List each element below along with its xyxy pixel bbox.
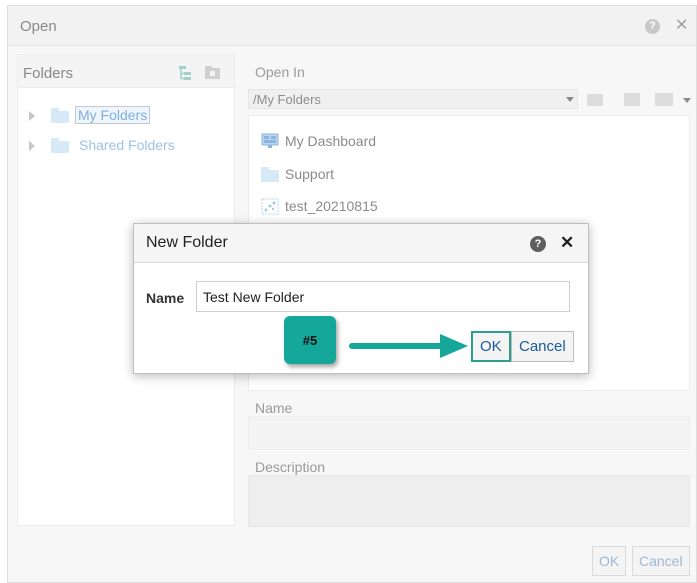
view-options-chevron-icon[interactable] — [683, 98, 691, 103]
expand-arrow-icon[interactable] — [29, 141, 35, 151]
folders-title: Folders — [23, 65, 74, 82]
folders-header: Folders — [18, 55, 234, 88]
description-field[interactable] — [248, 475, 690, 527]
open-in-dropdown[interactable]: /My Folders — [248, 89, 578, 109]
close-icon[interactable]: ✕ — [675, 18, 688, 34]
name-field[interactable] — [248, 416, 690, 450]
dashboard-icon — [261, 133, 279, 148]
new-folder-dialog-header: New Folder ? ✕ — [134, 224, 588, 263]
open-in-path: /My Folders — [253, 92, 321, 107]
step-callout: #5 — [284, 316, 336, 364]
open-dialog-title: Open — [20, 18, 57, 35]
list-item-label: test_20210815 — [285, 198, 378, 214]
folder-icon — [51, 108, 69, 123]
new-folder-cancel-button[interactable]: Cancel — [511, 331, 574, 362]
expand-arrow-icon[interactable] — [29, 111, 35, 121]
new-folder-name-input[interactable] — [196, 281, 570, 312]
view-options-icon[interactable] — [655, 93, 673, 106]
analysis-icon — [261, 198, 279, 215]
tree-item-label: Shared Folders — [79, 137, 175, 153]
cancel-button[interactable]: Cancel — [632, 546, 690, 576]
folder-icon — [261, 167, 279, 182]
list-item-label: Support — [285, 166, 335, 182]
new-folder-toolbar-icon[interactable] — [624, 93, 640, 106]
open-dialog-titlebar: Open ? ✕ — [8, 6, 696, 46]
name-label: Name — [255, 400, 293, 416]
callout-arrow — [349, 334, 468, 358]
new-folder-dialog-title: New Folder — [146, 234, 228, 251]
folder-icon — [51, 138, 69, 153]
new-folder-ok-button[interactable]: OK — [471, 331, 511, 362]
help-icon[interactable]: ? — [530, 236, 546, 252]
tree-item-label: My Folders — [75, 106, 151, 124]
description-label: Description — [255, 459, 326, 475]
new-folder-icon[interactable] — [204, 65, 221, 80]
ok-button[interactable]: OK — [592, 546, 627, 576]
new-folder-name-label: Name — [146, 290, 185, 306]
up-folder-icon[interactable] — [587, 94, 603, 106]
step-callout-label: #5 — [302, 332, 318, 348]
chevron-down-icon[interactable] — [566, 97, 574, 102]
open-in-label: Open In — [255, 64, 305, 80]
tree-view-icon[interactable] — [178, 65, 194, 81]
help-icon[interactable]: ? — [645, 19, 660, 34]
close-icon[interactable]: ✕ — [560, 234, 574, 251]
list-item-label: My Dashboard — [285, 133, 377, 149]
